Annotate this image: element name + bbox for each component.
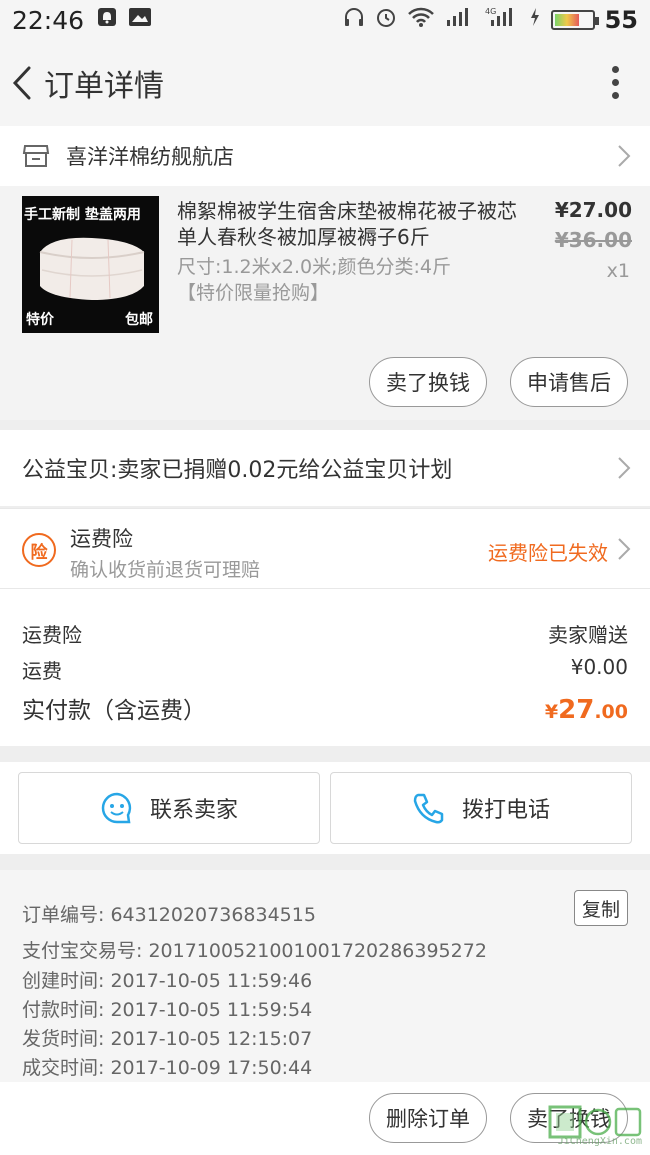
store-icon	[22, 144, 50, 168]
chevron-right-icon	[616, 455, 632, 481]
product-promo: 【特价限量抢购】	[177, 282, 330, 304]
insurance-icon: 险	[22, 533, 56, 567]
fee-row-total: 实付款（含运费） ¥27.00	[22, 691, 628, 725]
charity-text: 公益宝贝:卖家已捐赠0.02元给公益宝贝计划	[22, 458, 453, 483]
bottom-action-bar: 删除订单 卖了换钱 JiChengXin.com	[0, 1082, 650, 1155]
fee-insurance-value: 卖家赠送	[548, 623, 628, 647]
battery-percent: 55	[604, 6, 638, 34]
image-notification-icon	[128, 6, 152, 34]
header: 订单详情	[0, 40, 650, 126]
product-original-price: ¥36.00	[554, 228, 632, 252]
total-currency: ¥	[544, 701, 559, 723]
product-price: ¥27.00	[554, 198, 632, 222]
shipping-insurance-row[interactable]: 险 运费险 确认收货前退货可理赔 运费险已失效	[0, 508, 650, 588]
contact-seller-label: 联系卖家	[149, 798, 238, 823]
chevron-right-icon	[616, 536, 632, 562]
more-menu-icon[interactable]	[612, 66, 620, 100]
charging-icon	[529, 6, 541, 34]
chevron-right-icon	[616, 143, 632, 169]
created-time: 创建时间: 2017-10-05 11:59:46	[22, 970, 313, 992]
image-tag-bottom-left: 特价	[26, 312, 54, 328]
insurance-subtitle: 确认收货前退货可理赔	[70, 559, 261, 581]
contact-section: 联系卖家 拨打电话	[0, 762, 650, 854]
svg-text:4G: 4G	[485, 7, 496, 16]
signal-4g-icon: 4G	[485, 6, 519, 34]
battery-icon	[550, 10, 599, 30]
order-info: 订单编号: 64312020736834515 复制 支付宝交易号: 20171…	[0, 870, 650, 1082]
fee-summary: 运费险 卖家赠送 运费 ¥0.00 实付款（含运费） ¥27.00	[0, 588, 650, 746]
paid-time: 付款时间: 2017-10-05 11:59:54	[22, 999, 313, 1021]
total-value: ¥27.00	[545, 695, 628, 725]
insurance-title: 运费险	[70, 527, 133, 551]
fee-row-insurance: 运费险 卖家赠送	[22, 619, 628, 648]
phone-icon	[413, 793, 444, 824]
copy-order-number-button[interactable]: 复制	[574, 890, 628, 926]
insurance-status: 运费险已失效	[488, 541, 608, 565]
image-tag-bottom-right: 包邮	[125, 312, 153, 328]
completed-time: 成交时间: 2017-10-09 17:50:44	[22, 1057, 313, 1079]
signal-icon	[445, 6, 475, 34]
product-quantity: x1	[606, 260, 630, 282]
sell-for-cash-button[interactable]: 卖了换钱	[369, 357, 487, 407]
order-number: 订单编号: 64312020736834515	[22, 904, 316, 926]
call-phone-button[interactable]: 拨打电话	[330, 772, 632, 844]
fee-shipping-value: ¥0.00	[570, 655, 628, 679]
fee-row-shipping: 运费 ¥0.00	[22, 655, 628, 684]
delete-order-button[interactable]: 删除订单	[369, 1093, 487, 1143]
alipay-transaction-number: 支付宝交易号: 2017100521001001720286395272	[22, 940, 487, 962]
total-label: 实付款（含运费）	[22, 698, 206, 724]
contact-seller-button[interactable]: 联系卖家	[18, 772, 320, 844]
wifi-icon	[407, 6, 435, 34]
product-spec-text: 尺寸:1.2米x2.0米;颜色分类:4斤	[177, 256, 451, 278]
charity-row[interactable]: 公益宝贝:卖家已捐赠0.02元给公益宝贝计划	[0, 430, 650, 506]
store-row[interactable]: 喜洋洋棉纺舰航店	[0, 126, 650, 186]
watermark-text: JiChengXin.com	[557, 1136, 642, 1147]
product-title: 棉絮棉被学生宿舍床垫被棉花被子被芯单人春秋冬被加厚被褥子6斤	[177, 199, 517, 249]
apply-after-sale-button[interactable]: 申请售后	[510, 357, 628, 407]
product-item[interactable]: 手工新制 垫盖两用 特价 包邮 棉絮棉被学生宿舍床垫被棉花被子被芯单人春秋冬被加…	[0, 186, 650, 420]
product-image[interactable]: 手工新制 垫盖两用 特价 包邮	[22, 196, 159, 333]
alarm-icon	[375, 6, 397, 34]
notification-bell-icon	[96, 6, 118, 34]
fee-insurance-label: 运费险	[22, 623, 82, 647]
image-tag-top: 手工新制 垫盖两用	[24, 207, 141, 223]
total-integer: 27	[558, 695, 595, 725]
chat-bubble-icon	[101, 792, 132, 824]
status-bar: 22:46 4G 55	[0, 0, 650, 40]
shipped-time: 发货时间: 2017-10-05 12:15:07	[22, 1028, 313, 1050]
product-spec: 尺寸:1.2米x2.0米;颜色分类:4斤 【特价限量抢购】	[177, 254, 517, 306]
store-name: 喜洋洋棉纺舰航店	[66, 145, 234, 169]
page-title: 订单详情	[44, 69, 164, 104]
status-time: 22:46	[12, 5, 85, 35]
back-arrow-icon[interactable]	[2, 40, 42, 126]
total-decimal: .00	[594, 701, 628, 723]
fee-shipping-label: 运费	[22, 659, 62, 683]
watermark-logo: JiChengXin.com	[528, 1103, 646, 1149]
headset-icon	[343, 6, 365, 34]
call-phone-label: 拨打电话	[461, 798, 550, 823]
